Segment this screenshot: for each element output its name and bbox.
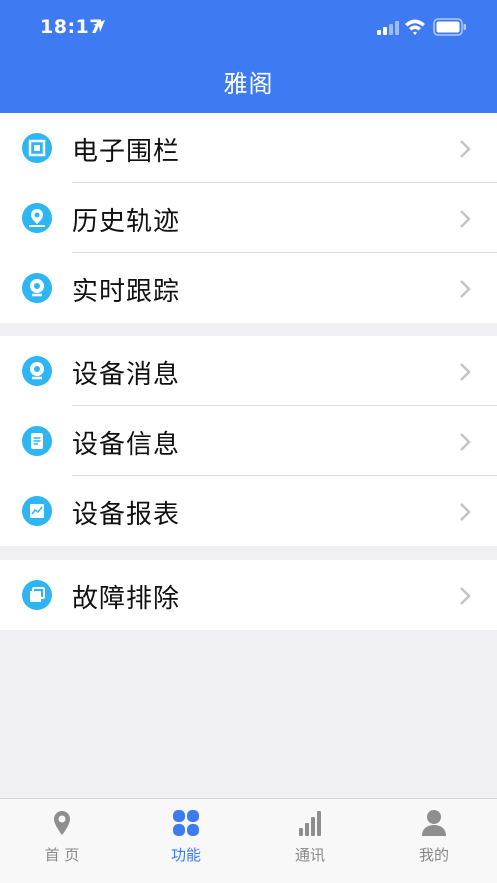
grid-icon — [173, 810, 199, 836]
tab-label: 我的 — [418, 846, 449, 864]
menu-item-device-info[interactable]: 设备信息 — [0, 406, 497, 476]
location-arrow-icon — [93, 20, 105, 32]
menu-item-fence[interactable]: 电子围栏 — [0, 113, 497, 183]
menu-item-history-track[interactable]: 历史轨迹 — [0, 183, 497, 253]
menu-item-label: 设备消息 — [72, 360, 181, 390]
device-info-icon — [22, 426, 52, 456]
chevron-right-icon — [460, 433, 471, 451]
menu-item-realtime-tracking[interactable]: 实时跟踪 — [0, 253, 497, 323]
app-header: 18:17 雅阁 — [0, 0, 497, 113]
tab-functions[interactable]: 功能 — [124, 799, 248, 883]
tab-home[interactable]: 首 页 — [0, 799, 124, 883]
tab-label: 通讯 — [294, 846, 325, 864]
map-pin-icon — [54, 811, 70, 835]
chevron-right-icon — [460, 210, 471, 228]
menu-item-label: 实时跟踪 — [72, 277, 181, 307]
menu-item-label: 电子围栏 — [72, 137, 181, 167]
menu-item-troubleshoot[interactable]: 故障排除 — [0, 560, 497, 630]
battery-icon — [433, 18, 466, 36]
fence-icon — [22, 133, 52, 163]
location-history-icon — [22, 203, 52, 233]
menu-item-label: 故障排除 — [72, 584, 181, 614]
chevron-right-icon — [460, 503, 471, 521]
realtime-tracking-icon — [22, 273, 52, 303]
tab-communication[interactable]: 通讯 — [248, 799, 372, 883]
page-title: 雅阁 — [223, 70, 274, 98]
menu-group-1: 电子围栏 历史轨迹 实时跟踪 — [0, 113, 497, 323]
chevron-right-icon — [460, 140, 471, 158]
menu-item-device-message[interactable]: 设备消息 — [0, 336, 497, 406]
menu-group-3: 故障排除 — [0, 560, 497, 630]
tab-mine[interactable]: 我的 — [372, 799, 496, 883]
bottom-tab-bar: 首 页 功能 通讯 我的 — [0, 798, 497, 883]
chevron-right-icon — [460, 280, 471, 298]
tab-label: 功能 — [170, 846, 201, 864]
tab-label: 首 页 — [44, 846, 80, 864]
signal-bars-icon — [299, 811, 321, 836]
menu-item-device-report[interactable]: 设备报表 — [0, 476, 497, 546]
cellular-signal-icon — [377, 21, 399, 35]
troubleshoot-icon — [22, 580, 52, 610]
device-report-icon — [22, 496, 52, 526]
menu-item-label: 历史轨迹 — [72, 207, 181, 237]
wifi-icon — [405, 19, 425, 35]
menu-group-2: 设备消息 设备信息 设备报表 — [0, 336, 497, 546]
chevron-right-icon — [460, 363, 471, 381]
device-message-icon — [22, 356, 52, 386]
chevron-right-icon — [460, 587, 471, 605]
status-bar: 18:17 — [0, 0, 497, 56]
menu-item-label: 设备信息 — [72, 430, 181, 460]
menu-item-label: 设备报表 — [72, 500, 181, 530]
user-icon — [422, 810, 446, 836]
